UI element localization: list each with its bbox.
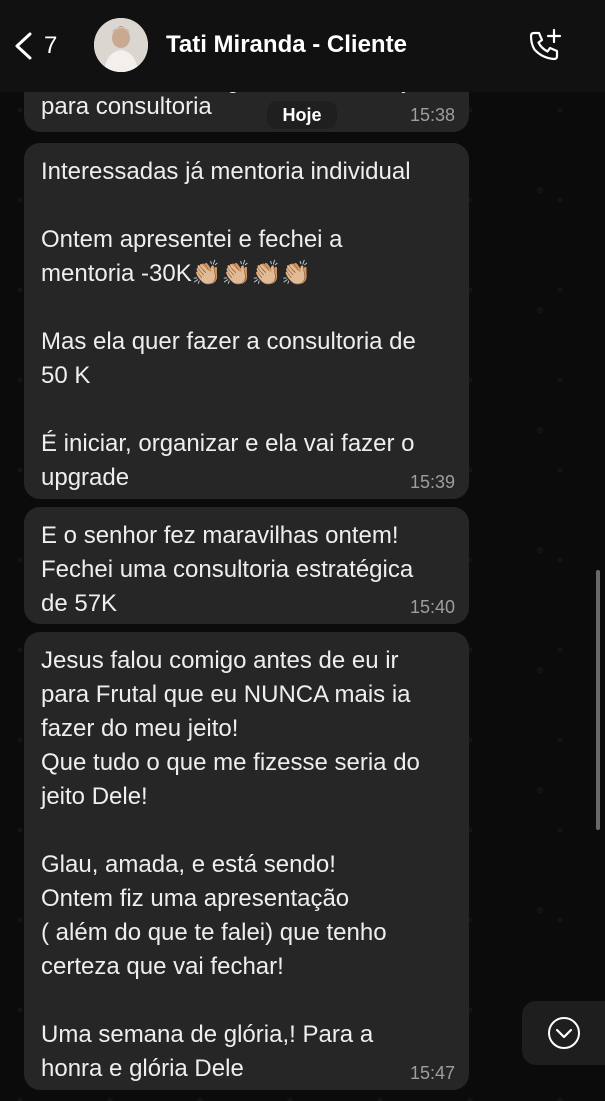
message-bubble[interactable]: Jesus falou comigo antes de eu ir para F… — [24, 632, 469, 1090]
message-bubble[interactable]: Interessadas já mentoria individual Onte… — [24, 143, 469, 499]
message-time: 15:40 — [409, 597, 455, 617]
message-bubble[interactable]: E o senhor fez maravilhas ontem! Fechei … — [24, 507, 469, 624]
phone-add-icon — [529, 28, 562, 61]
scroll-to-bottom-button[interactable] — [522, 1001, 605, 1065]
message-time: 15:47 — [409, 1063, 455, 1083]
back-button[interactable]: 7 — [12, 28, 72, 64]
unread-count: 7 — [44, 32, 58, 59]
message-text: Interessadas já mentoria individual Onte… — [41, 158, 416, 491]
contact-name[interactable]: Tati Miranda - Cliente — [166, 31, 407, 59]
message-time: 15:39 — [409, 472, 455, 492]
chat-header: 7 Tati Miranda - Cliente — [0, 0, 605, 92]
message-text: E o senhor fez maravilhas ontem! Fechei … — [41, 522, 414, 617]
chevron-left-icon — [15, 32, 32, 60]
chevron-down-icon — [547, 1017, 580, 1049]
message-time: 15:38 — [409, 105, 455, 125]
message-text: Jesus falou comigo antes de eu ir para F… — [41, 647, 420, 1082]
call-button[interactable] — [525, 26, 565, 66]
avatar-image — [94, 18, 148, 72]
scrollbar[interactable] — [596, 570, 600, 830]
message-text: para consultoria — [41, 93, 212, 120]
avatar[interactable] — [94, 18, 148, 72]
date-divider: Hoje — [267, 101, 337, 129]
